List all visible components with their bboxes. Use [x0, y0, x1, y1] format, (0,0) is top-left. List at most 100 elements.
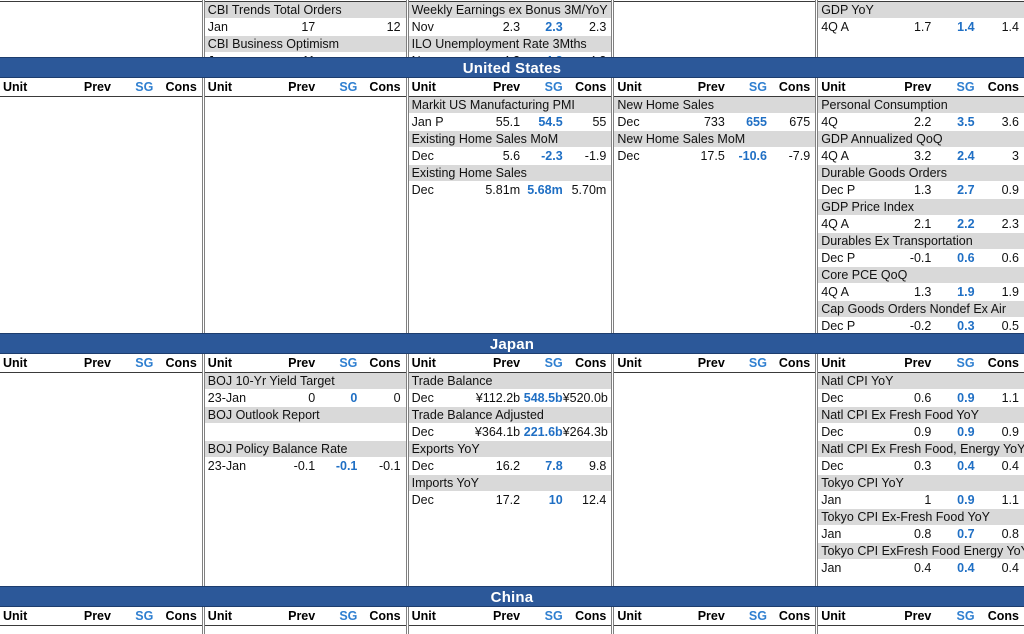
value-prev: 1.7 — [913, 20, 932, 34]
indicator-values-row: Nov4.34.34.3 — [408, 53, 612, 57]
value-cons: 675 — [789, 115, 811, 129]
indicator-block[interactable]: Natl CPI YoY Dec 0.6 0.9 1.1 — [818, 373, 1024, 407]
value-unit: Dec P — [821, 251, 856, 265]
section-band-united-states: United States — [0, 57, 1024, 78]
column-body: Trade Balance Dec ¥112.2b 548.5b ¥520.0b Trad… — [408, 373, 612, 509]
column-body: Natl CPI YoY Dec 0.6 0.9 1.1 Natl CPI Ex Fres… — [818, 373, 1024, 577]
value-prev: 2.2 — [913, 115, 932, 129]
header-cons: Cons — [778, 356, 811, 370]
calendar-column-5: UnitPrevSGConsGDP YoY4Q A1.71.41.4 — [817, 0, 1024, 57]
value-sg: 0 — [350, 391, 358, 405]
value-unit: Nov — [409, 53, 470, 57]
value-cons: 12.4 — [582, 493, 607, 507]
indicator-block[interactable]: Existing Home Sales Dec 5.81m 5.68m 5.70m — [408, 165, 612, 199]
value-cons: -1.9 — [584, 149, 607, 163]
indicator-block[interactable]: GDP YoY 4Q A 1.7 1.4 1.4 — [818, 2, 1024, 36]
indicator-block[interactable]: Personal Consumption 4Q 2.2 3.5 3.6 — [818, 97, 1024, 131]
indicator-block[interactable]: Durable Goods Orders Dec P 1.3 2.7 0.9 — [818, 165, 1024, 199]
value-unit: Dec — [821, 459, 844, 473]
value-prev: 4.3 — [469, 53, 520, 57]
indicator-block[interactable]: Existing Home Sales MoM Dec 5.6 -2.3 -1.9 — [408, 131, 612, 165]
header-cons: Cons — [369, 80, 401, 94]
value-prev: 2.3 — [502, 20, 521, 34]
indicator-block[interactable]: Tokyo CPI Ex-Fresh Food YoY Jan 0.8 0.7 0.8 — [818, 509, 1024, 543]
indicator-block[interactable]: BOJ Outlook Report — [204, 407, 406, 441]
indicator-values-row: Dec 17.5 -10.6 -7.9 — [614, 148, 816, 165]
header-sg: SG — [956, 609, 975, 623]
indicator-title: Tokyo CPI Ex-Fresh Food YoY — [818, 509, 1024, 526]
indicator-block[interactable]: New Home Sales MoM Dec 17.5 -10.6 -7.9 — [614, 131, 816, 165]
header-unit: Unit — [617, 80, 642, 94]
value-prev: -0.2 — [909, 319, 932, 333]
header-unit: Unit — [617, 609, 642, 623]
value-sg: 0.6 — [957, 251, 975, 265]
value-prev: -0.1 — [909, 251, 932, 265]
indicator-block[interactable]: ILO Unemployment Rate 3MthsNov4.34.34.3 — [408, 36, 612, 57]
indicator-block[interactable]: Trade Balance Dec ¥112.2b 548.5b ¥520.0b — [408, 373, 612, 407]
indicator-block[interactable]: Markit US Manufacturing PMI Jan P 55.1 54.5… — [408, 97, 612, 131]
value-prev: 5.81m — [485, 183, 521, 197]
header-sg: SG — [748, 609, 767, 623]
indicator-title: GDP Price Index — [818, 199, 1024, 216]
indicator-values-row: 4Q A 1.7 1.4 1.4 — [818, 19, 1024, 36]
calendar-column-1: UnitPrevSGCons — [0, 0, 203, 57]
value-cons: 1.9 — [1001, 285, 1019, 299]
section-top-partial: UnitPrevSGConsUnitPrevSGConsCBI Trends T… — [0, 0, 1024, 57]
indicator-values-row: Dec 0.6 0.9 1.1 — [818, 390, 1024, 407]
indicator-values-row: 23-Jan 0 0 0 — [204, 390, 406, 407]
value-sg: 0.7 — [957, 527, 975, 541]
value-cons — [357, 53, 405, 57]
indicator-title: CBI Business Optimism — [204, 36, 406, 53]
value-cons: 3.6 — [1001, 115, 1019, 129]
header-prev: Prev — [904, 609, 932, 623]
indicator-block[interactable]: CBI Business OptimismJan-11 — [204, 36, 406, 57]
indicator-block[interactable]: BOJ Policy Balance Rate 23-Jan -0.1 -0.1 -0.… — [204, 441, 406, 475]
indicator-block[interactable]: CBI Trends Total Orders Jan 17 12 — [204, 2, 406, 36]
indicator-block[interactable]: New Home Sales Dec 733 655 675 — [614, 97, 816, 131]
value-unit: Dec — [821, 391, 844, 405]
header-unit: Unit — [821, 609, 846, 623]
indicator-block[interactable]: GDP Annualized QoQ 4Q A 3.2 2.4 3 — [818, 131, 1024, 165]
indicator-values-row: Dec ¥364.1b 221.6b ¥264.3b — [408, 424, 612, 441]
indicator-block[interactable]: Exports YoY Dec 16.2 7.8 9.8 — [408, 441, 612, 475]
value-unit: 4Q A — [821, 20, 849, 34]
indicator-block[interactable]: Natl CPI Ex Fresh Food, Energy YoY Dec 0.3… — [818, 441, 1024, 475]
header-unit: Unit — [3, 609, 28, 623]
indicator-block[interactable]: Natl CPI Ex Fresh Food YoY Dec 0.9 0.9 0.9 — [818, 407, 1024, 441]
column-body: GDP YoY 4Q A 1.7 1.4 1.4 — [818, 2, 1024, 36]
calendar-column-4: Unit Prev SG Cons — [613, 354, 817, 586]
value-unit: 4Q A — [821, 217, 849, 231]
value-unit: 4Q A — [821, 149, 849, 163]
value-prev: 0 — [308, 391, 316, 405]
indicator-block[interactable]: Cap Goods Orders Nondef Ex Air Dec P -0.2 0… — [818, 301, 1024, 333]
indicator-title: Durable Goods Orders — [818, 165, 1024, 182]
column-header-row: UnitPrevSGCons — [0, 0, 202, 2]
indicator-block[interactable]: Imports YoY Dec 17.2 10 12.4 — [408, 475, 612, 509]
indicator-title: Exports YoY — [408, 441, 612, 458]
value-sg: 2.7 — [957, 183, 975, 197]
indicator-block[interactable]: Tokyo CPI ExFresh Food Energy YoY Jan 0.4 0… — [818, 543, 1024, 577]
header-prev: Prev — [697, 609, 725, 623]
value-cons: 5.70m — [571, 183, 607, 197]
indicator-block[interactable]: Weekly Earnings ex Bonus 3M/YoY Nov 2.3 2.3… — [408, 2, 612, 36]
calendar-column-1: UnitPrevSGCons — [0, 78, 203, 333]
indicator-block[interactable]: BOJ 10-Yr Yield Target 23-Jan 0 0 0 — [204, 373, 406, 407]
indicator-values-row: 4Q A 2.1 2.2 2.3 — [818, 216, 1024, 233]
column-header-row: UnitPrevSGCons — [614, 78, 816, 97]
indicator-block[interactable]: Durables Ex Transportation Dec P -0.1 0.6 0.… — [818, 233, 1024, 267]
indicator-block[interactable]: Core PCE QoQ 4Q A 1.3 1.9 1.9 — [818, 267, 1024, 301]
header-unit: Unit — [207, 609, 233, 623]
column-body: Personal Consumption 4Q 2.2 3.5 3.6 GDP Annua… — [818, 97, 1024, 333]
column-header-row: UnitPrevSGCons — [0, 607, 202, 626]
section-band-china: China — [0, 586, 1024, 607]
value-sg: 2.2 — [957, 217, 975, 231]
indicator-values-row: Jan 1 0.9 1.1 — [818, 492, 1024, 509]
indicator-block[interactable]: Trade Balance Adjusted Dec ¥364.1b 221.6b ¥2… — [408, 407, 612, 441]
calendar-column-5: Unit Prev SG Cons Personal Consumption 4Q 2.2 3… — [817, 78, 1024, 333]
calendar-column-3: Unit Prev SG Cons Markit US Manufacturing PM… — [407, 78, 613, 333]
indicator-block[interactable]: Tokyo CPI YoY Jan 1 0.9 1.1 — [818, 475, 1024, 509]
indicator-values-row: Dec 0.9 0.9 0.9 — [818, 424, 1024, 441]
indicator-block[interactable]: GDP Price Index 4Q A 2.1 2.2 2.3 — [818, 199, 1024, 233]
header-unit: Unit — [3, 80, 28, 94]
column-header-row: UnitPrevSGCons — [204, 78, 406, 97]
